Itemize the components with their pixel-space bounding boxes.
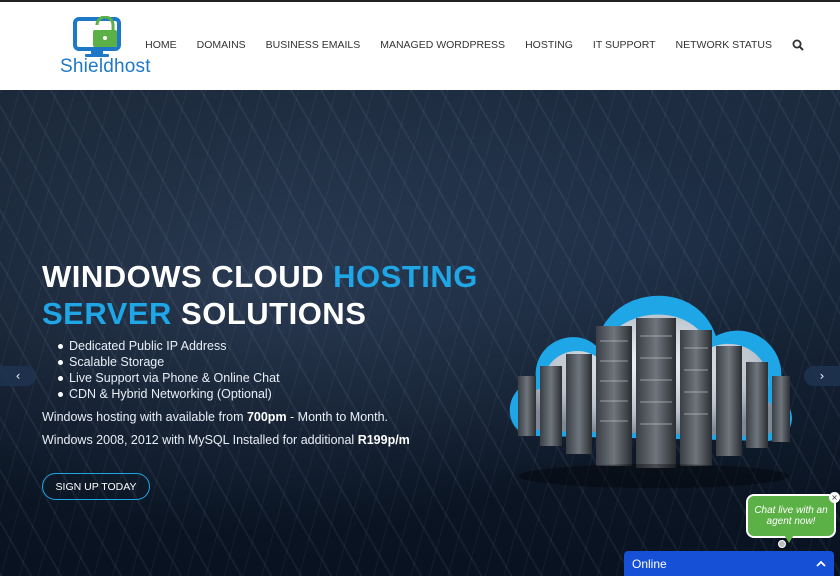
chevron-up-icon[interactable] xyxy=(816,559,826,569)
main-nav: HOME DOMAINS BUSINESS EMAILS MANAGED WOR… xyxy=(125,39,804,51)
nav-managed-wordpress[interactable]: MANAGED WORDPRESS xyxy=(380,39,505,51)
nav-home[interactable]: HOME xyxy=(145,39,177,51)
sign-up-button[interactable]: SIGN UP TODAY xyxy=(42,473,150,500)
search-icon[interactable] xyxy=(792,39,804,51)
cloud-server-illustration xyxy=(509,295,793,488)
agent-status-dot xyxy=(778,540,786,548)
hero-title: WINDOWS CLOUD HOSTING SERVER SOLUTIONS xyxy=(42,258,478,332)
nav-it-support[interactable]: IT SUPPORT xyxy=(593,39,656,51)
bullet-icon xyxy=(58,343,63,349)
chat-status-label: Online xyxy=(632,556,667,571)
slider-prev-button[interactable]: ‹ xyxy=(0,366,36,386)
pricing-line: Windows hosting with available from 700p… xyxy=(42,410,388,424)
hero-title-highlight-2: SERVER xyxy=(42,296,172,331)
logo-wordmark: Shieldhost xyxy=(60,56,151,77)
chat-status-bar[interactable]: Online xyxy=(624,551,834,576)
nav-domains[interactable]: DOMAINS xyxy=(197,39,246,51)
site-header: Shieldhost HOME DOMAINS BUSINESS EMAILS … xyxy=(0,0,840,90)
bullet-icon xyxy=(58,375,63,381)
feature-item: Scalable Storage xyxy=(58,354,280,370)
slider-next-button[interactable]: › xyxy=(804,366,840,386)
close-icon[interactable]: × xyxy=(829,492,840,503)
addon-line: Windows 2008, 2012 with MySQL Installed … xyxy=(42,433,410,447)
hero-title-part2: SOLUTIONS xyxy=(171,296,367,331)
bullet-icon xyxy=(58,359,63,365)
feature-item: Live Support via Phone & Online Chat xyxy=(58,370,280,386)
bullet-icon xyxy=(58,391,63,397)
nav-network-status[interactable]: NETWORK STATUS xyxy=(676,39,772,51)
nav-business-emails[interactable]: BUSINESS EMAILS xyxy=(266,39,361,51)
hero-title-highlight-1: HOSTING xyxy=(333,259,478,294)
feature-item: Dedicated Public IP Address xyxy=(58,338,280,354)
hero-title-part1: WINDOWS CLOUD xyxy=(42,259,334,294)
monitor-lock-icon xyxy=(73,15,121,57)
feature-list: Dedicated Public IP Address Scalable Sto… xyxy=(58,338,280,402)
feature-item: CDN & Hybrid Networking (Optional) xyxy=(58,386,280,402)
hero-slider: WINDOWS CLOUD HOSTING SERVER SOLUTIONS D… xyxy=(0,90,840,576)
nav-hosting[interactable]: HOSTING xyxy=(525,39,573,51)
live-chat-prompt[interactable]: Chat live with an agent now! xyxy=(746,494,836,538)
